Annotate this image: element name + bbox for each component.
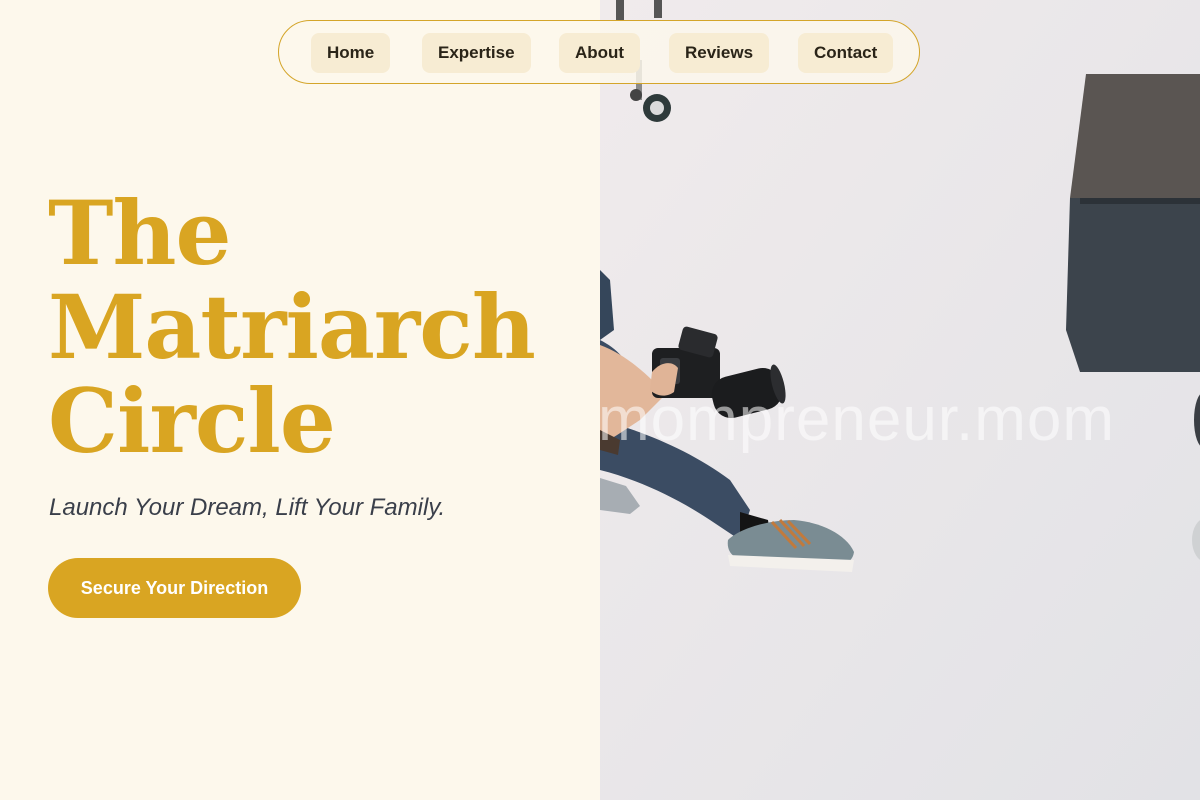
hero-title-line-2: Matriarch: [48, 275, 536, 379]
nav-reviews[interactable]: Reviews: [669, 33, 770, 73]
hero-tagline: Launch Your Dream, Lift Your Family.: [49, 494, 446, 521]
hero-title: The Matriarch Circle: [48, 181, 536, 473]
hero-title-line-3: Circle: [48, 369, 336, 473]
nav-home[interactable]: Home: [311, 33, 391, 73]
nav-contact[interactable]: Contact: [798, 33, 894, 73]
nav-about[interactable]: About: [559, 33, 641, 73]
hero-title-line-1: The: [48, 181, 231, 285]
photographer-image: [600, 0, 1200, 800]
secure-direction-button[interactable]: Secure Your Direction: [48, 558, 301, 618]
main-nav: Home Expertise About Reviews Contact: [278, 20, 920, 84]
hero-photo: [600, 0, 1200, 800]
nav-expertise[interactable]: Expertise: [422, 33, 531, 73]
